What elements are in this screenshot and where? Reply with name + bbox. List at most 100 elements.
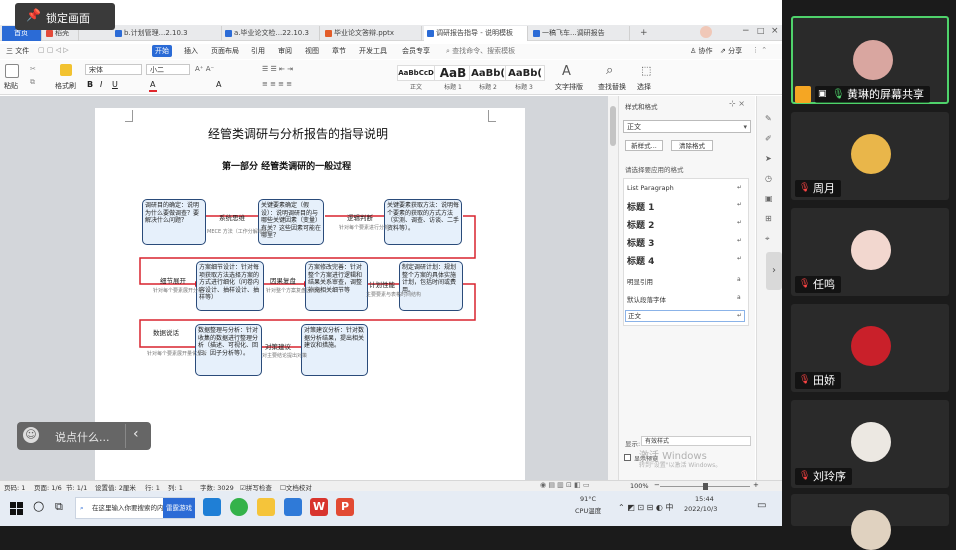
collapse-chevron-icon[interactable]: ‹ (133, 426, 139, 442)
zoom-out-icon[interactable]: − (654, 481, 660, 489)
edge-browser-icon[interactable] (203, 498, 221, 516)
menu-insert[interactable]: 插入 (184, 46, 198, 56)
menu-view[interactable]: 视图 (305, 46, 319, 56)
maximize-icon[interactable]: □ (757, 26, 765, 35)
font-color-icon[interactable]: A (150, 80, 155, 89)
font-grow-icon[interactable]: A⁺ A⁻ (195, 65, 214, 73)
style-item-heading[interactable]: 标题 4 (627, 254, 654, 267)
location-icon[interactable]: ⌖ (765, 234, 770, 244)
text-layout-icon[interactable]: A (562, 64, 571, 79)
lock-screen-button[interactable]: 📌 锁定画面 (15, 3, 115, 30)
bold-icon[interactable]: B (87, 80, 93, 89)
panel-collapse-button[interactable]: › (766, 252, 782, 290)
style-item-selected[interactable]: 正文 (625, 310, 745, 322)
style-normal-preview[interactable]: AaBbCcD (397, 65, 435, 81)
menu-start[interactable]: 开始 (152, 45, 172, 57)
menu-developer[interactable]: 开发工具 (359, 46, 387, 56)
participant-tile[interactable]: 🎙 田娇 (791, 304, 949, 392)
align-icons[interactable]: ≡ ≡ ≡ ≡ (262, 80, 292, 88)
participant-tile[interactable]: 🎙 任鸣 (791, 208, 949, 296)
task-view-icon[interactable]: ⧉ (55, 500, 63, 514)
participant-tile-active[interactable]: ▣ 🎙 黄琳的屏幕共享 (791, 16, 949, 104)
tab-presentation[interactable]: 毕业论文答辩.pptx (322, 26, 422, 41)
tab-document-a[interactable]: a.毕业论文检...22.10.3 (222, 26, 320, 41)
edit-icon[interactable]: ✐ (765, 134, 772, 143)
select-icon[interactable]: ⬚ (641, 64, 651, 77)
vertical-scrollbar[interactable] (608, 96, 618, 480)
quick-access-icons[interactable]: ▢ ▢ ◁ ▷ (38, 46, 69, 54)
style-heading3-preview[interactable]: AaBb( (505, 65, 545, 81)
pen-icon[interactable]: ✎ (765, 114, 772, 123)
participant-name-bar: 🎙 任鸣 (795, 276, 841, 293)
clock-time[interactable]: 15:44 (695, 495, 714, 503)
notification-icon[interactable]: ▭ (757, 500, 766, 511)
chat-input[interactable]: ☺ 说点什么... ‹ (17, 422, 151, 450)
panel-pin-icon[interactable]: ⊹ × (729, 99, 745, 108)
participant-tile[interactable] (791, 494, 949, 550)
style-item[interactable]: 明显引用 (627, 276, 653, 286)
clock-date[interactable]: 2022/10/3 (684, 505, 717, 513)
cursor-icon[interactable]: ➤ (765, 154, 772, 163)
minimize-icon[interactable]: − (742, 26, 750, 36)
style-item-heading[interactable]: 标题 2 (627, 218, 654, 231)
zoom-level[interactable]: 100% (630, 482, 649, 490)
share-button[interactable]: ⇗ 分享 (720, 46, 742, 56)
tab-active-document[interactable]: 调研报告指导 - 说明模板 (424, 26, 528, 41)
underline-icon[interactable]: U (112, 80, 118, 89)
user-avatar[interactable] (700, 26, 712, 38)
preview-checkbox[interactable] (624, 454, 631, 461)
menu-page-layout[interactable]: 页面布局 (211, 46, 239, 56)
participant-tile[interactable]: 🎙 刘玲序 (791, 400, 949, 488)
command-search[interactable]: ⌕ 查找命令、搜索模板 (446, 46, 515, 56)
current-style-select[interactable]: 正文 ▾ (623, 120, 751, 133)
format-painter-icon[interactable] (60, 64, 72, 76)
image-icon[interactable]: ▣ (765, 194, 773, 203)
wps-presentation-icon[interactable]: P (336, 498, 354, 516)
windows-start-icon[interactable] (10, 502, 23, 515)
text-highlight-icon[interactable]: A (216, 80, 221, 89)
italic-icon[interactable]: I (100, 80, 102, 89)
table-icon[interactable]: ⊞ (765, 214, 772, 223)
menu-section[interactable]: 章节 (332, 46, 346, 56)
new-style-button[interactable]: 新样式... (625, 140, 663, 151)
show-filter-select[interactable]: 有效样式 (641, 436, 751, 446)
clear-format-button[interactable]: 清除格式 (671, 140, 713, 151)
more-icon[interactable]: ⋮ ⌃ (752, 46, 767, 54)
collaborate-button[interactable]: ♙ 协作 (690, 46, 713, 56)
style-item-heading[interactable]: 标题 1 (627, 200, 654, 213)
zoom-slider-handle[interactable] (703, 483, 708, 490)
taskview-circle-icon[interactable]: ○ (33, 499, 44, 514)
new-tab-icon[interactable]: + (640, 28, 648, 38)
tray-icons[interactable]: ⌃ ◩ ⊡ ⊟ ◐ 中 (618, 502, 673, 513)
taskbar-active-app[interactable]: 雷霆游戏 (163, 498, 195, 518)
zoom-in-icon[interactable]: + (753, 481, 759, 489)
style-item-heading[interactable]: 标题 3 (627, 236, 654, 249)
clock-icon[interactable]: ◷ (765, 174, 772, 183)
style-heading1-preview[interactable]: AaB (434, 65, 472, 81)
copy-icon[interactable]: ⧉ (30, 78, 35, 87)
wps-office-icon[interactable]: W (310, 498, 328, 516)
emoji-icon[interactable]: ☺ (23, 427, 39, 443)
menu-member[interactable]: 会员专享 (402, 46, 430, 56)
participant-tile[interactable]: 🎙 周月 (791, 112, 949, 200)
scroll-thumb[interactable] (610, 106, 616, 146)
file-menu[interactable]: 三 文件 (6, 46, 29, 56)
tab-document-b[interactable]: b.计划管理...2.10.3 (112, 26, 222, 41)
find-replace-icon[interactable]: ⌕ (606, 63, 613, 78)
view-mode-icons[interactable]: ◉ ▤ ▥ ⊡ ◧ ▭ (540, 481, 590, 489)
style-item[interactable]: 默认段落字体 (627, 294, 666, 304)
font-name-select[interactable]: 宋体 (85, 64, 142, 75)
menu-review[interactable]: 审阅 (278, 46, 292, 56)
font-size-select[interactable]: 小二 (146, 64, 190, 75)
file-explorer-icon[interactable] (257, 498, 275, 516)
paste-icon[interactable] (5, 64, 19, 78)
list-icons[interactable]: ☰ ☰ ⇤ ⇥ (262, 65, 293, 73)
style-heading2-preview[interactable]: AaBb( (469, 65, 507, 81)
cut-icon[interactable]: ✂ (30, 65, 36, 73)
browser-360-icon[interactable] (230, 498, 248, 516)
tab-document-draft[interactable]: 一稿飞车...调研报告 (530, 26, 630, 41)
close-icon[interactable]: × (771, 26, 779, 36)
style-item[interactable]: List Paragraph (627, 184, 674, 192)
menu-references[interactable]: 引用 (251, 46, 265, 56)
store-icon[interactable] (284, 498, 302, 516)
